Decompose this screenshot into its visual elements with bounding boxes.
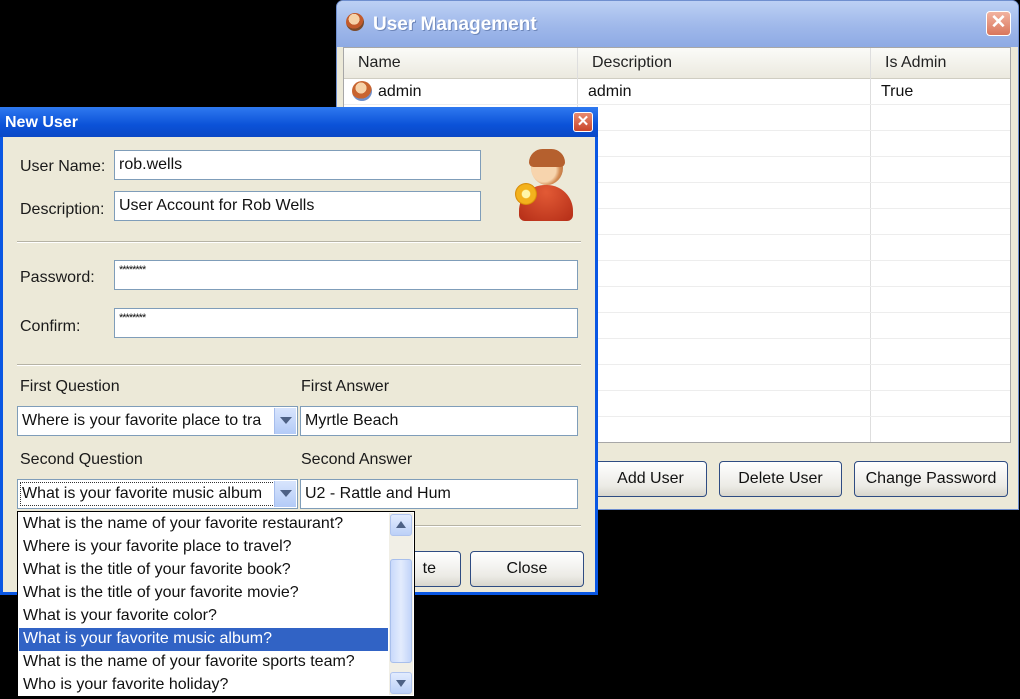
confirm-label: Confirm:	[20, 318, 81, 335]
dropdown-option[interactable]: What is the title of your favorite book?	[19, 559, 388, 582]
um-title: User Management	[373, 14, 537, 35]
second-question-label: Second Question	[20, 451, 143, 468]
user-management-icon	[346, 13, 364, 31]
second-question-select[interactable]: What is your favorite music album	[17, 479, 298, 509]
first-question-value: Where is your favorite place to tra	[22, 412, 262, 429]
user-icon	[352, 81, 372, 101]
first-answer-label: First Answer	[301, 378, 390, 395]
table-row-is-admin[interactable]: True	[881, 83, 913, 101]
dropdown-option-selected[interactable]: What is your favorite music album?	[19, 628, 388, 651]
users-table-header: Name Description Is Admin	[344, 48, 1010, 79]
new-user-avatar-icon	[515, 149, 575, 223]
scroll-up-icon[interactable]	[390, 514, 412, 536]
description-label: Description:	[20, 201, 105, 218]
first-question-label: First Question	[20, 378, 120, 395]
dropdown-option[interactable]: What is the name of your favorite sports…	[19, 651, 388, 674]
um-title-bar[interactable]: User Management ✕	[337, 1, 1018, 47]
add-user-button[interactable]: Add User	[594, 461, 707, 497]
scroll-down-icon[interactable]	[390, 672, 412, 694]
column-header-is-admin[interactable]: Is Admin	[885, 54, 946, 72]
um-close-button[interactable]: ✕	[986, 11, 1011, 36]
confirm-password-input[interactable]: ********	[114, 308, 578, 338]
close-button[interactable]: Close	[470, 551, 584, 587]
table-row-name[interactable]: admin	[378, 83, 422, 101]
description-input[interactable]: User Account for Rob Wells	[114, 191, 481, 221]
delete-user-button[interactable]: Delete User	[719, 461, 842, 497]
row-line	[344, 104, 1010, 105]
dropdown-option[interactable]: What is your favorite color?	[19, 605, 388, 628]
first-question-select[interactable]: Where is your favorite place to tra	[17, 406, 298, 436]
user-name-input[interactable]: rob.wells	[114, 150, 481, 180]
column-divider[interactable]	[870, 48, 871, 442]
change-password-button[interactable]: Change Password	[854, 461, 1008, 497]
chevron-down-icon[interactable]	[274, 408, 296, 434]
password-input[interactable]: ********	[114, 260, 578, 290]
dropdown-option[interactable]: What is the name of your favorite restau…	[19, 513, 388, 536]
password-label: Password:	[20, 269, 95, 286]
scrollbar-thumb[interactable]	[390, 559, 412, 663]
second-answer-input[interactable]: U2 - Rattle and Hum	[300, 479, 578, 509]
new-user-title-bar[interactable]: New User ✕	[0, 107, 598, 137]
dropdown-option[interactable]: What is the title of your favorite movie…	[19, 582, 388, 605]
divider	[17, 241, 581, 243]
column-header-description[interactable]: Description	[592, 54, 672, 72]
user-name-label: User Name:	[20, 158, 106, 175]
new-user-title: New User	[5, 114, 78, 131]
chevron-down-icon[interactable]	[274, 481, 296, 507]
divider	[17, 364, 581, 366]
second-answer-label: Second Answer	[301, 451, 413, 468]
dropdown-option[interactable]: Where is your favorite place to travel?	[19, 536, 388, 559]
table-row-description[interactable]: admin	[588, 83, 632, 101]
dropdown-option[interactable]: Who is your favorite holiday?	[19, 674, 388, 696]
second-question-value: What is your favorite music album	[22, 485, 263, 502]
new-user-close-button[interactable]: ✕	[573, 112, 593, 132]
second-question-dropdown-list: What is the name of your favorite restau…	[17, 511, 415, 697]
first-answer-input[interactable]: Myrtle Beach	[300, 406, 578, 436]
dropdown-scrollbar[interactable]	[389, 513, 413, 695]
column-header-name[interactable]: Name	[358, 54, 401, 72]
